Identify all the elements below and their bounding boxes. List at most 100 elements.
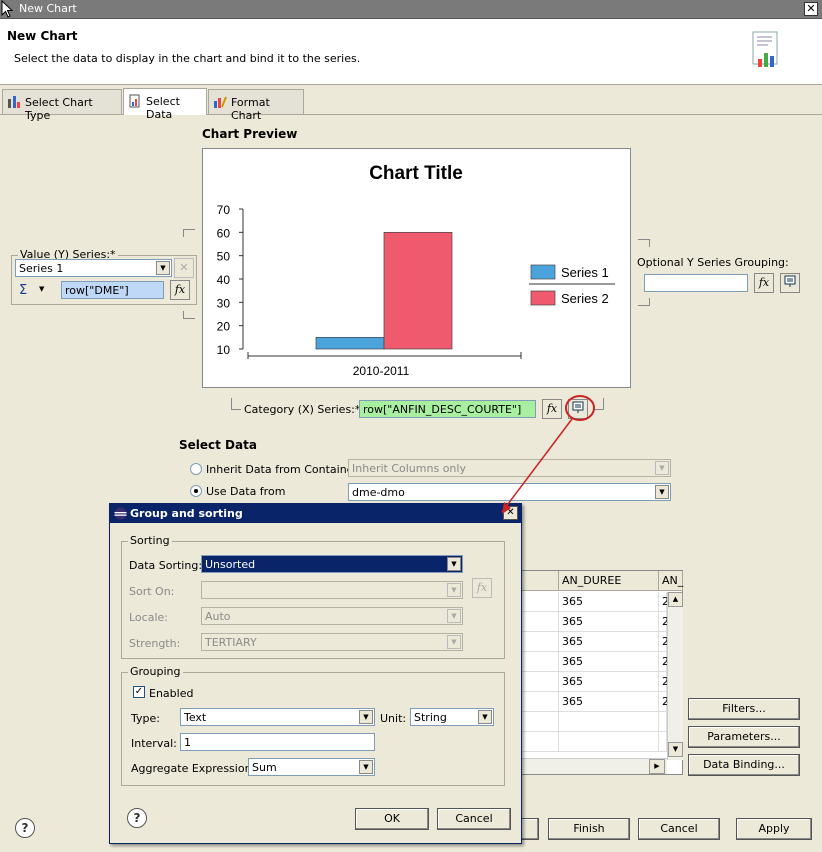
type-select[interactable]: Text ▼ xyxy=(180,708,375,726)
table-cell[interactable] xyxy=(521,612,559,632)
delete-series-button[interactable]: ✕ xyxy=(174,258,194,278)
grouping-group-label: Grouping xyxy=(128,665,183,678)
apply-button[interactable]: Apply xyxy=(736,818,812,840)
tab-label: Format Chart xyxy=(231,96,270,122)
tab-select-chart-type[interactable]: Select Chart Type xyxy=(2,89,122,122)
ok-button[interactable]: OK xyxy=(355,808,429,830)
scroll-up-icon[interactable]: ▲ xyxy=(668,592,683,607)
table-cell[interactable]: 2 xyxy=(659,652,669,672)
table-header[interactable]: AN_ xyxy=(659,571,683,591)
scroll-right-icon[interactable]: ▶ xyxy=(649,759,665,774)
bracket-decoration xyxy=(638,239,650,247)
chevron-down-icon[interactable]: ▼ xyxy=(447,635,461,649)
table-header[interactable] xyxy=(521,571,559,591)
fx-expression-button[interactable]: fx xyxy=(170,280,190,300)
table-cell[interactable] xyxy=(521,632,559,652)
bracket-decoration xyxy=(638,298,650,306)
bracket-decoration xyxy=(231,398,241,410)
cancel-button[interactable]: Cancel xyxy=(638,818,720,840)
table-header[interactable]: AN_DUREE xyxy=(559,571,659,591)
vertical-scrollbar[interactable]: ▲ ▼ xyxy=(667,592,683,760)
mouse-cursor-icon xyxy=(1,0,14,18)
table-cell[interactable]: 2 xyxy=(659,632,669,652)
sigma-icon[interactable]: Σ xyxy=(19,283,27,298)
filters-button[interactable]: Filters... xyxy=(688,698,800,720)
annotation-overlay xyxy=(501,395,595,514)
table-cell[interactable] xyxy=(521,592,559,612)
table-cell[interactable]: 365 xyxy=(559,672,659,692)
table-cell[interactable] xyxy=(659,712,667,732)
chevron-down-icon[interactable]: ▼ xyxy=(655,485,669,499)
enabled-checkbox[interactable]: ✓ xyxy=(133,686,145,698)
value-series-select[interactable]: Series 1 ▼ xyxy=(15,259,172,277)
back-button-edge[interactable] xyxy=(519,818,539,840)
table-cell[interactable] xyxy=(521,672,559,692)
y-tick-label: 50 xyxy=(217,250,231,264)
value-series-selected: Series 1 xyxy=(19,262,64,275)
aggregate-select[interactable]: Sum ▼ xyxy=(248,758,375,776)
fx-expression-button[interactable]: fx xyxy=(754,273,774,293)
fx-expression-button[interactable]: fx xyxy=(472,578,492,598)
data-binding-button[interactable]: Data Binding... xyxy=(688,754,800,776)
strength-value: TERTIARY xyxy=(205,636,257,649)
aggregate-label: Aggregate Expression: xyxy=(131,762,256,775)
table-cell[interactable] xyxy=(521,712,559,732)
chevron-down-icon[interactable]: ▼ xyxy=(478,710,492,724)
table-cell[interactable]: 365 xyxy=(559,632,659,652)
table-cell[interactable]: 365 xyxy=(559,692,659,712)
x-tick-label: 2010-2011 xyxy=(353,364,410,378)
table-cell[interactable]: 365 xyxy=(559,592,659,612)
chevron-down-icon[interactable]: ▼ xyxy=(156,261,170,275)
table-cell[interactable]: 365 xyxy=(559,652,659,672)
optional-y-input[interactable] xyxy=(644,274,748,292)
table-cell[interactable]: 365 xyxy=(559,612,659,632)
finish-button[interactable]: Finish xyxy=(548,818,630,840)
chevron-down-icon[interactable]: ▼ xyxy=(359,760,373,774)
table-cell[interactable]: 2 xyxy=(659,612,669,632)
data-preview-table[interactable]: AN_DUREE AN_ 365 2 365 2 365 2 365 2 365 2 365 2 ▲ … xyxy=(520,570,683,775)
table-cell[interactable] xyxy=(559,712,659,732)
category-series-label: Category (X) Series:* xyxy=(244,403,361,416)
tab-label: Select Chart Type xyxy=(25,96,93,122)
sort-on-select[interactable]: ▼ xyxy=(201,581,463,599)
group-sorting-button[interactable] xyxy=(780,273,800,293)
strength-select[interactable]: TERTIARY ▼ xyxy=(201,633,463,651)
locale-label: Locale: xyxy=(129,611,168,624)
chevron-down-icon[interactable]: ▼ xyxy=(655,461,669,475)
page-subtitle: Select the data to display in the chart … xyxy=(14,52,361,65)
sort-on-label: Sort On: xyxy=(129,585,175,598)
table-cell[interactable]: 2 xyxy=(659,592,669,612)
tab-format-chart[interactable]: Format Chart xyxy=(208,89,304,122)
parameters-button[interactable]: Parameters... xyxy=(688,726,800,748)
table-cell[interactable] xyxy=(659,732,667,752)
dialog-titlebar: Group and sorting ✕ xyxy=(110,504,521,523)
table-cell[interactable] xyxy=(521,652,559,672)
chevron-down-icon[interactable]: ▼ xyxy=(447,557,461,571)
inherit-data-radio[interactable] xyxy=(190,463,202,475)
chevron-down-icon[interactable]: ▼ xyxy=(447,609,461,623)
table-cell[interactable] xyxy=(559,732,659,752)
help-icon[interactable]: ? xyxy=(127,808,147,828)
chevron-down-icon[interactable]: ▼ xyxy=(39,285,44,293)
dialog-cancel-button[interactable]: Cancel xyxy=(437,808,511,830)
scroll-down-icon[interactable]: ▼ xyxy=(668,742,683,757)
horizontal-scrollbar[interactable]: ▶ xyxy=(521,758,667,774)
table-cell[interactable]: 2 xyxy=(659,692,669,712)
chart-preview-svg: Chart Title 10 20 30 40 50 60 70 2010-2011 Series… xyxy=(217,163,615,378)
group-sort-icon xyxy=(784,275,796,287)
chevron-down-icon[interactable]: ▼ xyxy=(359,710,373,724)
use-data-radio[interactable] xyxy=(190,485,202,497)
data-sorting-select[interactable]: Unsorted ▼ xyxy=(201,555,463,573)
tab-select-data[interactable]: Select Data xyxy=(123,88,207,121)
chevron-down-icon[interactable]: ▼ xyxy=(447,583,461,597)
table-cell[interactable] xyxy=(521,732,559,752)
window-close-button[interactable]: ✕ xyxy=(804,2,818,16)
help-icon[interactable]: ? xyxy=(15,818,35,838)
locale-select[interactable]: Auto ▼ xyxy=(201,607,463,625)
value-series-expression[interactable]: row["DME"] xyxy=(61,281,164,299)
table-cell[interactable] xyxy=(521,692,559,712)
table-cell[interactable]: 2 xyxy=(659,672,669,692)
unit-select[interactable]: String ▼ xyxy=(410,708,494,726)
interval-input[interactable]: 1 xyxy=(180,733,375,751)
legend-label: Series 1 xyxy=(561,265,609,280)
